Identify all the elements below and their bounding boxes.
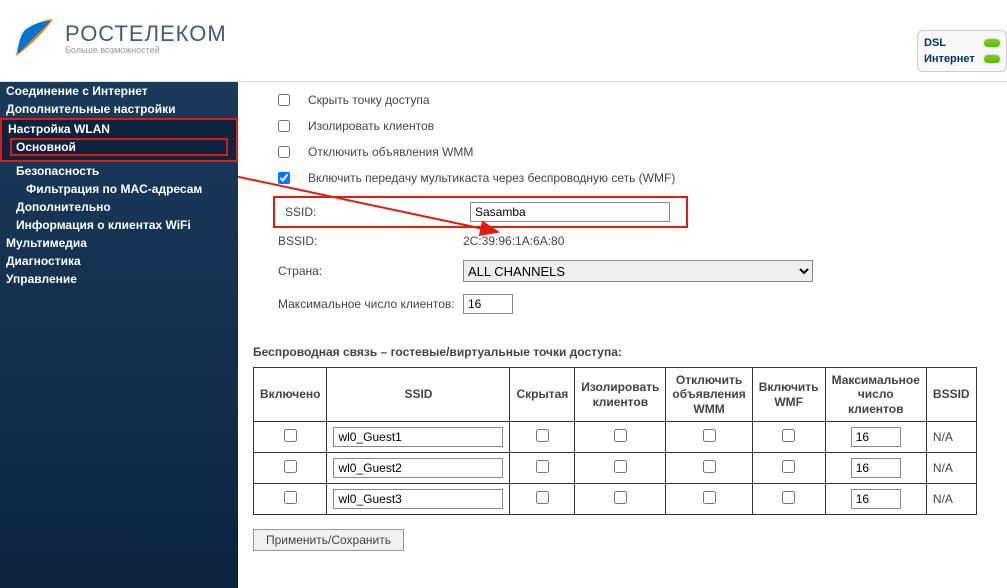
- maxclients-label: Максимальное число клиентов:: [278, 297, 463, 311]
- sidebar: Соединение с Интернет Дополнительные нас…: [0, 82, 238, 588]
- guest-wmf-checkbox[interactable]: [782, 460, 795, 473]
- sidebar-item-mac-filter[interactable]: Фильтрация по MAC-адресам: [0, 180, 238, 198]
- wmf-label: Включить передачу мультикаста через бесп…: [308, 171, 675, 185]
- guest-isolate-checkbox[interactable]: [614, 460, 627, 473]
- bssid-value: 2C:39:96:1A:6A:80: [463, 234, 564, 248]
- guest-isolate-checkbox[interactable]: [614, 491, 627, 504]
- sidebar-item-wifi-clients[interactable]: Информация о клиентах WiFi: [0, 216, 238, 234]
- ssid-input[interactable]: [470, 202, 670, 222]
- guest-bssid-value: N/A: [926, 453, 976, 484]
- guest-max-input[interactable]: [851, 458, 901, 478]
- sidebar-item-basic[interactable]: Основной: [16, 140, 76, 154]
- th-isolate: Изолировать клиентов: [575, 368, 666, 422]
- sidebar-item-management[interactable]: Управление: [0, 270, 238, 288]
- hide-ap-label: Скрыть точку доступа: [308, 93, 430, 107]
- ssid-highlight-box: SSID:: [273, 196, 688, 228]
- dsl-led-icon: [984, 39, 1000, 47]
- guest-max-input[interactable]: [851, 427, 901, 447]
- guest-ap-table: Включено SSID Скрытая Изолировать клиент…: [253, 367, 977, 515]
- guest-max-input[interactable]: [851, 489, 901, 509]
- th-ssid: SSID: [327, 368, 510, 422]
- th-bssid: BSSID: [926, 368, 976, 422]
- header: РОСТЕЛЕКОМ Больше возможностей DSL Интер…: [0, 0, 1007, 82]
- main-content: Скрыть точку доступа Изолировать клиенто…: [238, 82, 1007, 588]
- brand-name: РОСТЕЛЕКОМ: [65, 21, 227, 47]
- sidebar-item-wlan-label: Настройка WLAN: [8, 122, 110, 136]
- guest-enable-checkbox[interactable]: [284, 429, 297, 442]
- guest-wmm-checkbox[interactable]: [703, 491, 716, 504]
- dsl-label: DSL: [924, 37, 946, 49]
- disable-wmm-checkbox[interactable]: [278, 146, 290, 158]
- guest-section-title: Беспроводная связь – гостевые/виртуальны…: [253, 345, 992, 359]
- th-wmf: Включить WMF: [752, 368, 825, 422]
- guest-wmm-checkbox[interactable]: [703, 429, 716, 442]
- isolate-checkbox[interactable]: [278, 120, 290, 132]
- connection-status-box: DSL Интернет: [917, 30, 1007, 72]
- th-disable-wmm: Отключить объявления WMM: [666, 368, 752, 422]
- guest-enable-checkbox[interactable]: [284, 460, 297, 473]
- guest-bssid-value: N/A: [926, 422, 976, 453]
- rostelecom-logo-icon: [15, 18, 55, 58]
- isolate-label: Изолировать клиентов: [308, 119, 434, 133]
- country-select[interactable]: ALL CHANNELS: [463, 260, 813, 282]
- guest-wmm-checkbox[interactable]: [703, 460, 716, 473]
- guest-hidden-checkbox[interactable]: [536, 460, 549, 473]
- maxclients-input[interactable]: [463, 294, 513, 314]
- sidebar-item-advanced[interactable]: Дополнительно: [0, 198, 238, 216]
- brand-logo: РОСТЕЛЕКОМ Больше возможностей: [15, 18, 227, 58]
- save-button[interactable]: Применить/Сохранить: [253, 529, 404, 551]
- th-maxclients: Максимальное число клиентов: [825, 368, 926, 422]
- ssid-label: SSID:: [285, 205, 450, 219]
- sidebar-item-additional[interactable]: Дополнительные настройки: [0, 100, 238, 118]
- sidebar-item-diagnostics[interactable]: Диагностика: [0, 252, 238, 270]
- table-row: N/A: [254, 422, 977, 453]
- guest-ssid-input[interactable]: [333, 427, 503, 447]
- country-label: Страна:: [278, 264, 463, 278]
- sidebar-item-internet[interactable]: Соединение с Интернет: [0, 82, 238, 100]
- disable-wmm-label: Отключить объявления WMM: [308, 145, 473, 159]
- guest-enable-checkbox[interactable]: [284, 491, 297, 504]
- hide-ap-checkbox[interactable]: [278, 94, 290, 106]
- guest-wmf-checkbox[interactable]: [782, 491, 795, 504]
- wmf-checkbox[interactable]: [278, 172, 290, 184]
- internet-label: Интернет: [924, 53, 975, 65]
- th-hidden: Скрытая: [510, 368, 575, 422]
- sidebar-item-multimedia[interactable]: Мультимедиа: [0, 234, 238, 252]
- th-enabled: Включено: [254, 368, 327, 422]
- guest-hidden-checkbox[interactable]: [536, 491, 549, 504]
- internet-led-icon: [984, 55, 1000, 63]
- guest-wmf-checkbox[interactable]: [782, 429, 795, 442]
- bssid-label: BSSID:: [278, 234, 463, 248]
- table-row: N/A: [254, 484, 977, 515]
- sidebar-item-wlan[interactable]: Настройка WLAN Основной: [0, 118, 238, 162]
- guest-bssid-value: N/A: [926, 484, 976, 515]
- table-row: N/A: [254, 453, 977, 484]
- guest-isolate-checkbox[interactable]: [614, 429, 627, 442]
- guest-hidden-checkbox[interactable]: [536, 429, 549, 442]
- sidebar-item-security[interactable]: Безопасность: [0, 162, 238, 180]
- guest-ssid-input[interactable]: [333, 489, 503, 509]
- guest-ssid-input[interactable]: [333, 458, 503, 478]
